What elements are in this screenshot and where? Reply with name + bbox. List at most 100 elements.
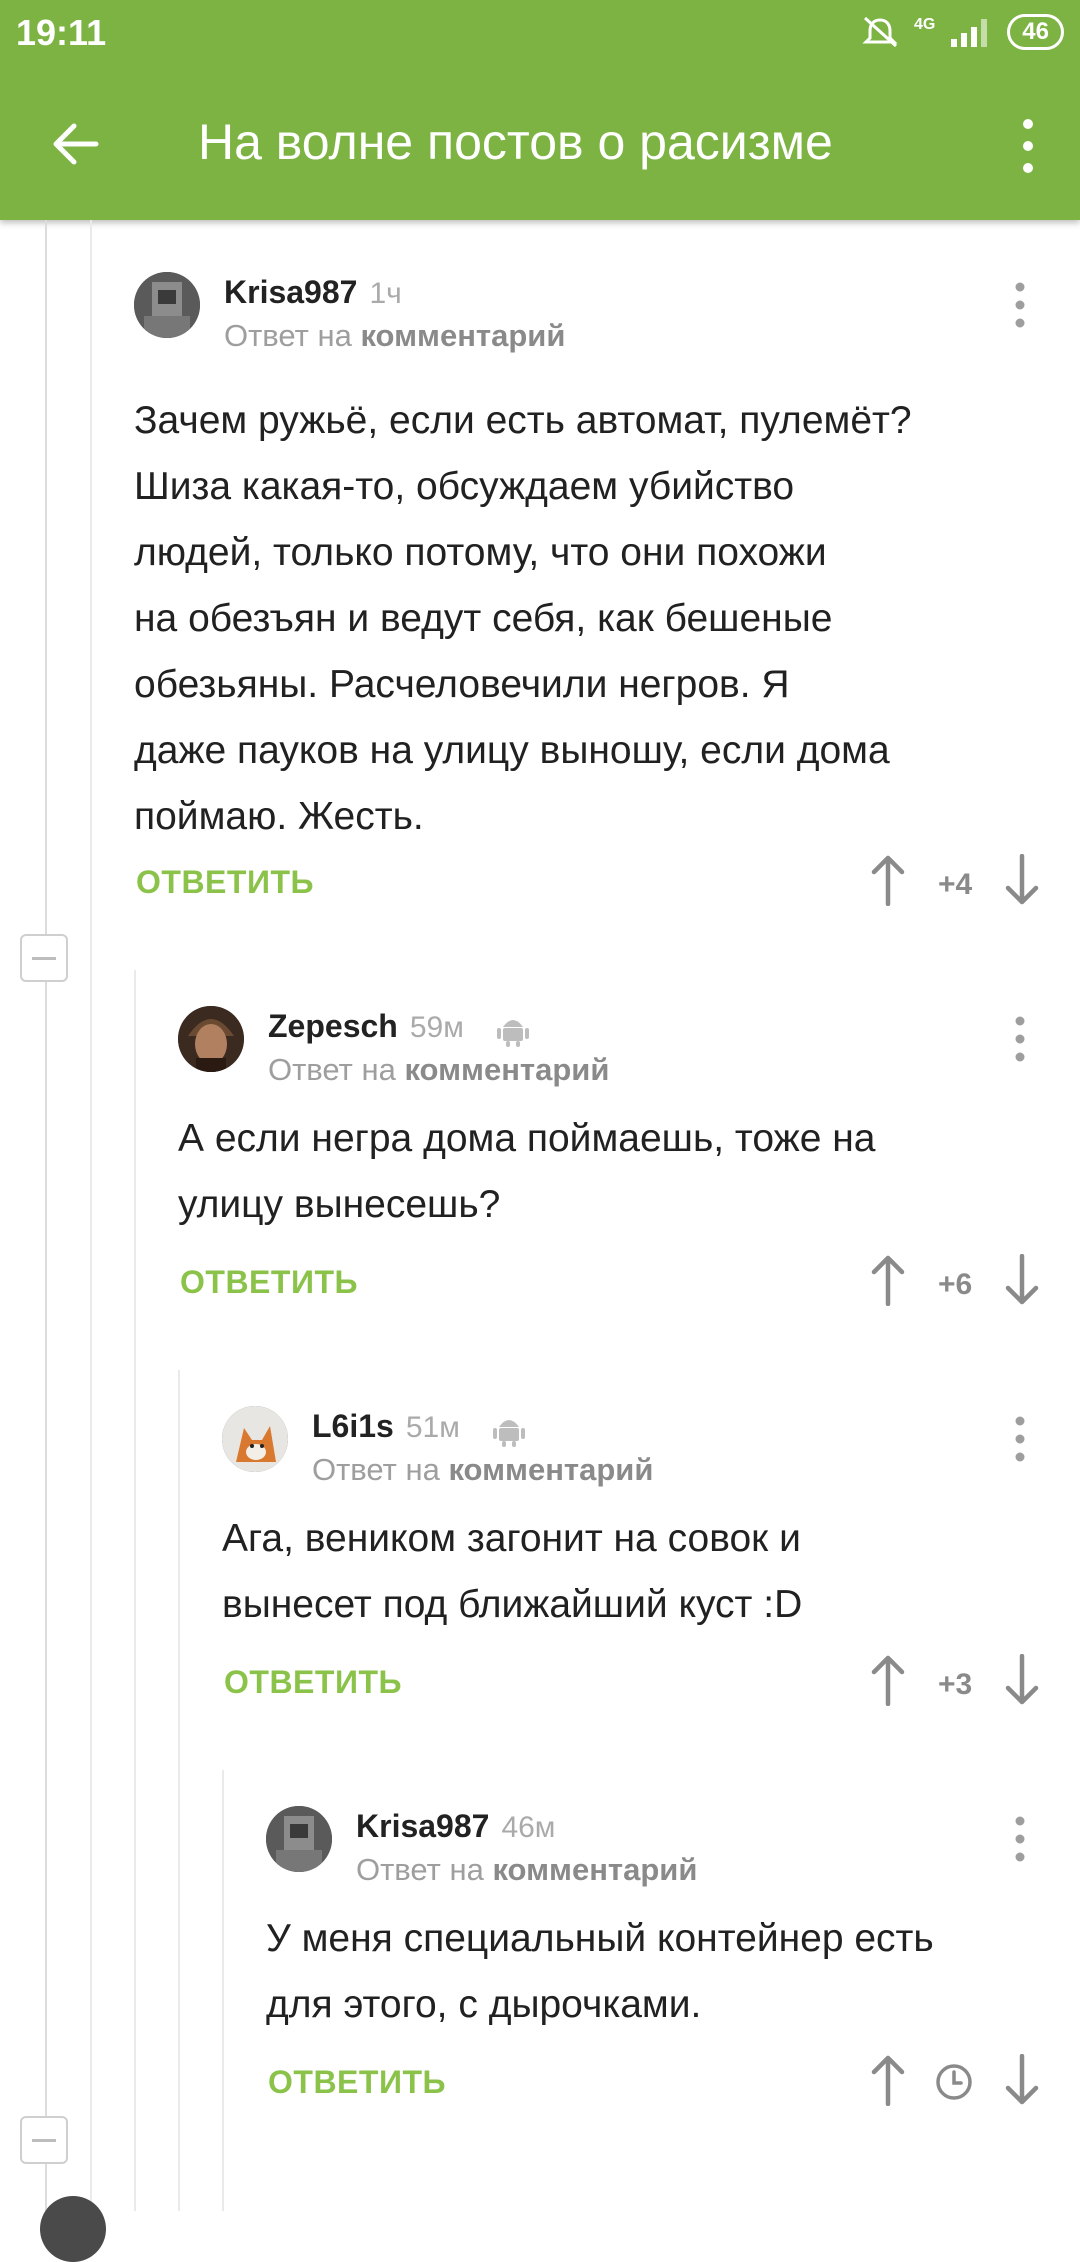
avatar[interactable] <box>222 1406 288 1472</box>
comment-time: 59м <box>409 1011 464 1044</box>
vote-controls: +4 <box>870 854 1050 914</box>
more-menu-icon[interactable] <box>1016 116 1040 176</box>
android-icon <box>496 1019 529 1047</box>
reply-button[interactable]: ОТВЕТИТЬ <box>180 1264 358 1301</box>
thread-line-4 <box>222 1770 224 2211</box>
comment-thread: Krisa987 1ч Ответ на комментарий Зачем ру… <box>0 220 1080 2262</box>
comment-time: 46м <box>501 1811 556 1844</box>
comment-line: У меня специальный контейнер есть <box>266 1917 934 1960</box>
upvote-arrow-icon[interactable] <box>870 854 906 906</box>
comment-text: А если негра дома поймаешь, тоже на улиц… <box>178 1106 875 1238</box>
reply-prefix: Ответ на <box>356 1852 484 1887</box>
battery-level: 46 <box>1007 14 1064 50</box>
reply-button[interactable]: ОТВЕТИТЬ <box>136 864 314 901</box>
clock-icon <box>936 2064 972 2100</box>
vote-score: +6 <box>938 1268 973 1301</box>
status-bar: 19:11 4G 46 <box>0 0 1080 66</box>
upvote-arrow-icon[interactable] <box>870 1654 906 1706</box>
comment: L6i1s 51м Ответ на комментарий Ага, веник… <box>222 1406 1044 1726</box>
avatar[interactable] <box>178 1006 244 1072</box>
avatar-image <box>222 1406 288 1472</box>
reply-to: Ответ на комментарий <box>268 1052 609 1088</box>
reply-target-link[interactable]: комментарий <box>492 1852 697 1887</box>
thread-line-2 <box>134 970 136 2211</box>
collapse-toggle[interactable] <box>20 934 68 982</box>
avatar-image <box>178 1006 244 1072</box>
comment-text: У меня специальный контейнер есть для эт… <box>266 1906 934 2038</box>
reply-prefix: Ответ на <box>268 1052 396 1087</box>
next-comment-avatar[interactable] <box>40 2196 106 2262</box>
signal-icon <box>951 19 988 47</box>
vote-controls: +3 <box>870 1654 1050 1714</box>
comment-author[interactable]: Zepesch 59м <box>268 1008 531 1047</box>
comment-line: улицу вынесешь? <box>178 1183 501 1226</box>
thread-line-root <box>45 220 47 2211</box>
comment-line: Зачем ружьё, если есть автомат, пулемёт? <box>134 399 912 442</box>
comment-line: А если негра дома поймаешь, тоже на <box>178 1117 876 1160</box>
vote-controls: +6 <box>870 1254 1050 1314</box>
author-name[interactable]: Zepesch <box>268 1008 398 1044</box>
comment-author[interactable]: Krisa987 46м <box>356 1808 555 1845</box>
comment-author[interactable]: Krisa987 1ч <box>224 274 402 311</box>
comment: Krisa987 1ч Ответ на комментарий Зачем ру… <box>134 272 1044 906</box>
comment-more-icon[interactable] <box>1015 1816 1025 1862</box>
back-arrow-icon[interactable] <box>46 114 106 174</box>
android-icon <box>492 1419 525 1447</box>
comment-text: Ага, веником загонит на совок и вынесет … <box>222 1506 802 1638</box>
reply-prefix: Ответ на <box>224 318 352 353</box>
author-name[interactable]: L6i1s <box>312 1408 394 1444</box>
reply-target-link[interactable]: комментарий <box>360 318 565 353</box>
avatar[interactable] <box>266 1806 332 1872</box>
comment-time: 51м <box>405 1411 460 1444</box>
reply-button[interactable]: ОТВЕТИТЬ <box>224 1664 402 1701</box>
author-name[interactable]: Krisa987 <box>356 1808 489 1844</box>
top-bar: 19:11 4G 46 На волне постов о расизме <box>0 0 1080 220</box>
comment-author[interactable]: L6i1s 51м <box>312 1408 527 1447</box>
page-title: На волне постов о расизме <box>198 114 833 170</box>
mute-icon <box>862 16 898 48</box>
comment-time: 1ч <box>369 277 402 310</box>
comment-line: обезьяны. Расчеловечили негров. Я <box>134 663 790 706</box>
reply-button[interactable]: ОТВЕТИТЬ <box>268 2064 446 2101</box>
author-name[interactable]: Krisa987 <box>224 274 357 310</box>
comment-line: вынесет под ближайший куст :D <box>222 1583 803 1626</box>
reply-prefix: Ответ на <box>312 1452 440 1487</box>
avatar-image <box>266 1806 332 1872</box>
reply-to: Ответ на комментарий <box>224 318 565 354</box>
app-bar: На волне постов о расизме <box>0 80 1080 210</box>
network-type: 4G <box>913 16 936 33</box>
comment-line: поймаю. Жесть. <box>134 795 424 838</box>
upvote-arrow-icon[interactable] <box>870 1254 906 1306</box>
vote-controls <box>870 2054 1050 2114</box>
collapse-toggle[interactable] <box>20 2116 68 2164</box>
vote-score: +3 <box>938 1668 973 1701</box>
downvote-arrow-icon[interactable] <box>1004 2054 1040 2106</box>
comment-line: для этого, с дырочками. <box>266 1983 702 2026</box>
avatar-image <box>134 272 200 338</box>
downvote-arrow-icon[interactable] <box>1004 1654 1040 1706</box>
comment: Krisa987 46м Ответ на комментарий У меня … <box>266 1806 1044 2126</box>
comment-line: Шиза какая-то, обсуждаем убийство <box>134 465 795 508</box>
comment-line: на обезъян и ведут себя, как бешеные <box>134 597 833 640</box>
comment: Zepesch 59м Ответ на комментарий А если н… <box>178 1006 1044 1326</box>
reply-to: Ответ на комментарий <box>312 1452 653 1488</box>
comment-line: людей, только потому, что они похожи <box>134 531 827 574</box>
comment-more-icon[interactable] <box>1015 1416 1025 1462</box>
downvote-arrow-icon[interactable] <box>1004 854 1040 906</box>
comment-more-icon[interactable] <box>1015 1016 1025 1062</box>
status-icons: 4G 46 <box>860 14 1064 50</box>
comment-line: даже пауков на улицу выношу, если дома <box>134 729 890 772</box>
reply-to: Ответ на комментарий <box>356 1852 697 1888</box>
comment-line: Ага, веником загонит на совок и <box>222 1517 801 1560</box>
upvote-arrow-icon[interactable] <box>870 2054 906 2106</box>
comment-more-icon[interactable] <box>1015 282 1025 328</box>
thread-line-1 <box>90 220 92 2211</box>
reply-target-link[interactable]: комментарий <box>404 1052 609 1087</box>
thread-line-3 <box>178 1370 180 2211</box>
downvote-arrow-icon[interactable] <box>1004 1254 1040 1306</box>
reply-target-link[interactable]: комментарий <box>448 1452 653 1487</box>
avatar[interactable] <box>134 272 200 338</box>
comment-text: Зачем ружьё, если есть автомат, пулемёт?… <box>134 388 912 850</box>
status-time: 19:11 <box>16 12 107 53</box>
vote-score: +4 <box>938 868 973 901</box>
